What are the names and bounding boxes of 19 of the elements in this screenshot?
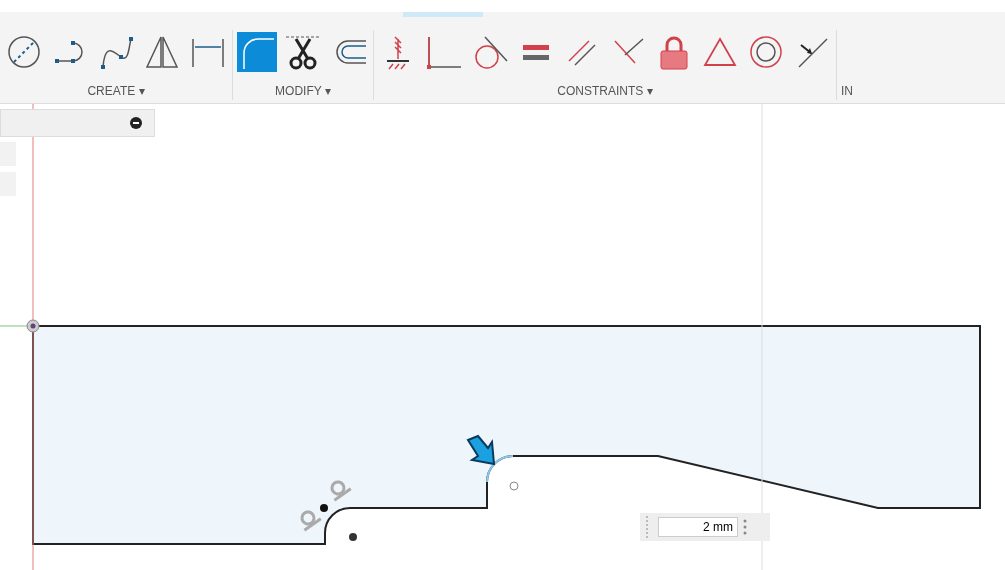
tangent-constraint-icon — [300, 510, 322, 532]
more-options-icon[interactable] — [742, 519, 748, 535]
origin-point-icon — [26, 319, 40, 333]
fillet-arc — [486, 455, 514, 483]
group-label[interactable]: IN — [841, 84, 853, 98]
center-point — [509, 481, 519, 491]
group-label[interactable]: MODIFY ▾ — [275, 84, 331, 98]
tangent-constraint-icon — [330, 480, 352, 502]
fillet-tool-button[interactable] — [237, 32, 277, 72]
circle-icon — [5, 33, 43, 71]
concentric-icon — [747, 33, 785, 71]
end-point — [320, 504, 328, 512]
group-label[interactable]: CREATE ▾ — [87, 84, 145, 98]
group-label[interactable]: CONSTRAINTS ▾ — [557, 84, 653, 98]
trim-icon — [284, 33, 322, 71]
center-point — [349, 533, 357, 541]
arrow-icon — [466, 434, 496, 466]
collapse-icon[interactable] — [130, 117, 142, 129]
dimension-input-field[interactable]: 2 mm — [658, 517, 738, 537]
